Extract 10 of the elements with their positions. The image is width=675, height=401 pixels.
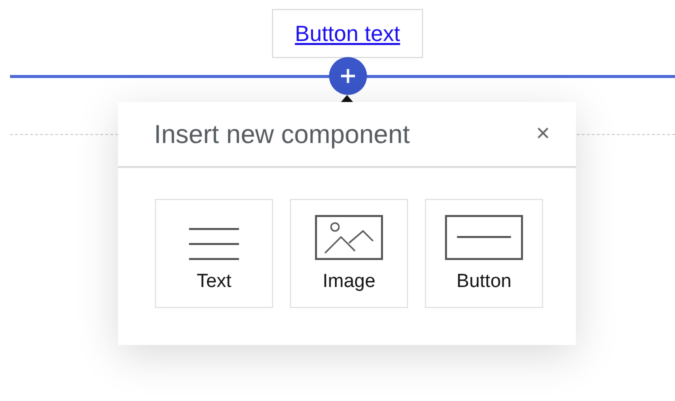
component-tile[interactable]: Text bbox=[155, 199, 273, 308]
component-tile[interactable]: Image bbox=[290, 199, 408, 308]
lines-icon bbox=[188, 227, 240, 261]
close-button[interactable]: × bbox=[536, 120, 550, 148]
add-icon[interactable] bbox=[328, 56, 368, 96]
component-tile[interactable]: Button bbox=[425, 199, 543, 308]
dialog-title: Insert new component bbox=[154, 118, 410, 150]
button-icon bbox=[445, 215, 523, 261]
image-icon bbox=[315, 215, 383, 261]
link-button[interactable]: Button text bbox=[272, 9, 423, 58]
